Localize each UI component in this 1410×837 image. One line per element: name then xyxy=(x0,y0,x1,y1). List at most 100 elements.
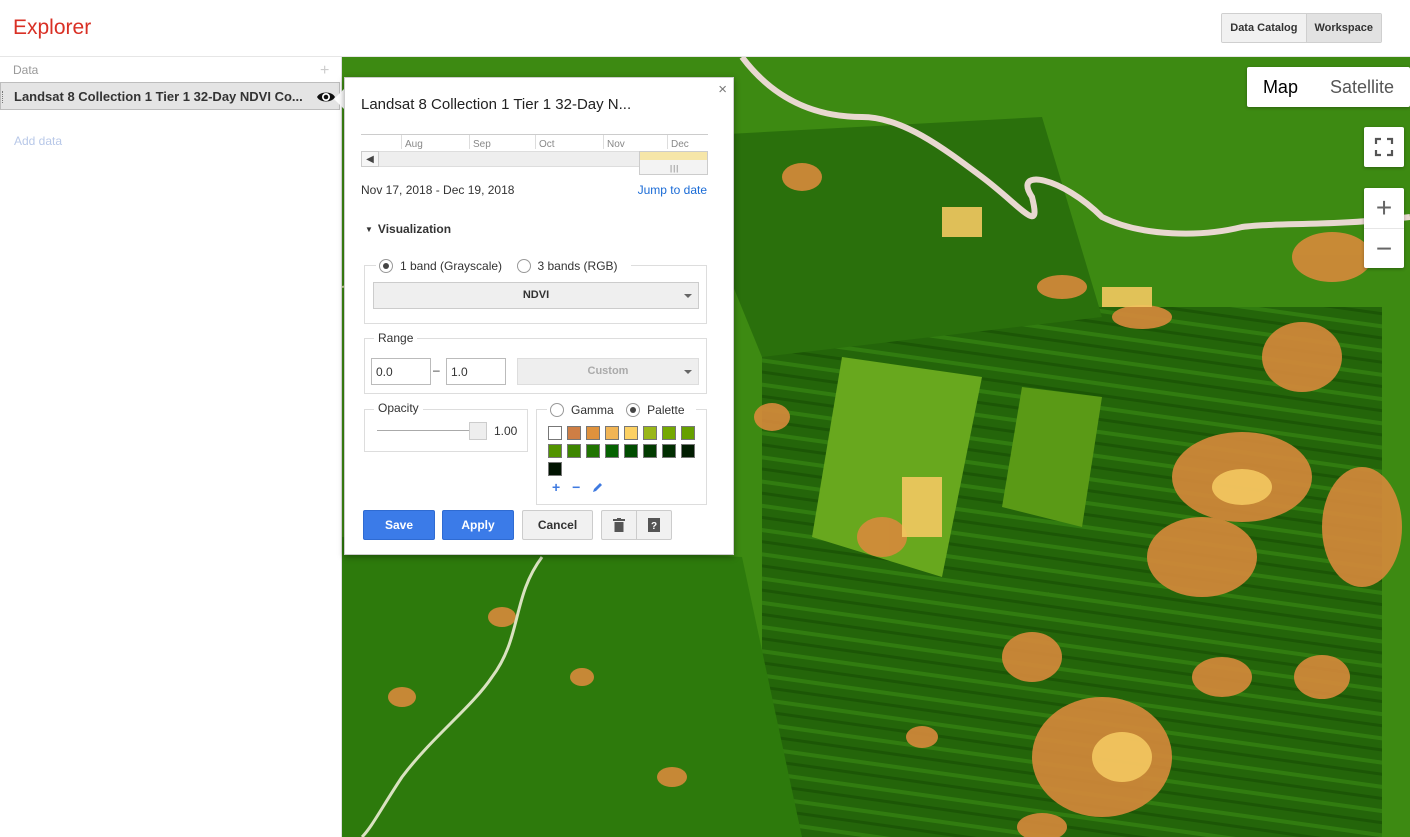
timeline-tick xyxy=(401,135,402,149)
popup-title: Landsat 8 Collection 1 Tier 1 32-Day N..… xyxy=(361,96,632,113)
plus-icon[interactable]: + xyxy=(320,63,329,79)
timeline-month: Oct xyxy=(539,139,555,150)
palette-swatch[interactable] xyxy=(681,426,695,440)
palette-swatch[interactable] xyxy=(567,444,581,458)
delete-button[interactable] xyxy=(601,510,637,540)
palette-swatch[interactable] xyxy=(567,426,581,440)
palette-swatch[interactable] xyxy=(643,444,657,458)
range-separator: – xyxy=(433,363,440,377)
band-select[interactable]: NDVI xyxy=(373,282,699,309)
color-mode-palette[interactable]: Palette xyxy=(626,401,685,419)
range-min-input[interactable]: 0.0 xyxy=(371,358,431,385)
timeline-month: Sep xyxy=(473,139,491,150)
timeline[interactable]: Aug Sep Oct Nov Dec ◀ ||| xyxy=(361,134,708,176)
timeline-tick xyxy=(535,135,536,149)
range-max-input[interactable]: 1.0 xyxy=(446,358,506,385)
layer-row[interactable]: Landsat 8 Collection 1 Tier 1 32-Day NDV… xyxy=(0,82,340,110)
palette-swatch[interactable] xyxy=(681,444,695,458)
map-type-map[interactable]: Map xyxy=(1247,67,1314,107)
palette-swatch[interactable] xyxy=(605,426,619,440)
sidebar: Data + Landsat 8 Collection 1 Tier 1 32-… xyxy=(0,57,342,837)
pencil-icon[interactable] xyxy=(592,481,604,493)
remove-color-icon[interactable]: − xyxy=(572,479,580,495)
timeline-ticks: Aug Sep Oct Nov Dec xyxy=(361,134,708,150)
zoom-out-button[interactable]: − xyxy=(1364,228,1404,268)
zoom-controls: + − xyxy=(1364,188,1404,268)
add-color-icon[interactable]: + xyxy=(552,479,560,495)
band-mode-rgb[interactable]: 3 bands (RGB) xyxy=(516,257,618,275)
grip-icon: ||| xyxy=(670,164,680,173)
timeline-month: Aug xyxy=(405,139,423,150)
timeline-tick xyxy=(603,135,604,149)
zoom-in-button[interactable]: + xyxy=(1364,188,1404,228)
color-mode-radios: Gamma Palette xyxy=(547,401,696,419)
timeline-back-arrow-icon[interactable]: ◀ xyxy=(361,151,379,167)
cancel-button[interactable]: Cancel xyxy=(522,510,593,540)
range-label: Range xyxy=(374,331,418,345)
header-bar: Explorer Data Catalog Workspace xyxy=(0,0,1410,57)
palette-swatch[interactable] xyxy=(586,444,600,458)
chevron-down-icon xyxy=(684,370,692,374)
timeline-month: Nov xyxy=(607,139,625,150)
palette-swatch[interactable] xyxy=(624,426,638,440)
radio-icon[interactable] xyxy=(516,259,531,273)
svg-text:?: ? xyxy=(651,521,657,532)
palette-swatch[interactable] xyxy=(586,426,600,440)
trash-icon xyxy=(613,518,625,532)
palette-swatch[interactable] xyxy=(643,426,657,440)
fullscreen-icon xyxy=(1374,137,1394,157)
color-mode-gamma[interactable]: Gamma xyxy=(550,401,614,419)
radio-selected-icon[interactable] xyxy=(379,259,393,273)
visualization-toggle[interactable]: ▼ Visualization xyxy=(365,222,451,236)
palette-swatch[interactable] xyxy=(548,462,562,476)
workspace-button[interactable]: Workspace xyxy=(1305,14,1381,42)
range-preset-value: Custom xyxy=(587,365,629,377)
opacity-label: Opacity xyxy=(374,401,423,415)
timeline-handle[interactable]: ||| xyxy=(639,151,708,175)
color-mode-palette-label: Palette xyxy=(647,403,685,417)
drag-handle-icon[interactable] xyxy=(2,91,5,103)
band-mode-radios: 1 band (Grayscale) 3 bands (RGB) xyxy=(376,257,631,275)
app-title: Explorer xyxy=(13,16,92,39)
map-type-satellite[interactable]: Satellite xyxy=(1314,67,1410,107)
color-mode-gamma-label: Gamma xyxy=(571,403,614,417)
timeline-tick xyxy=(667,135,668,149)
band-mode-grayscale-label: 1 band (Grayscale) xyxy=(400,259,503,273)
palette-swatch[interactable] xyxy=(605,444,619,458)
apply-button[interactable]: Apply xyxy=(442,510,514,540)
layer-config-popup: × Landsat 8 Collection 1 Tier 1 32-Day N… xyxy=(344,77,734,555)
eye-icon[interactable] xyxy=(316,89,336,105)
timeline-selection xyxy=(640,152,707,160)
band-select-value: NDVI xyxy=(522,289,550,301)
timeline-tick xyxy=(469,135,470,149)
band-mode-grayscale[interactable]: 1 band (Grayscale) xyxy=(379,257,502,275)
triangle-down-icon: ▼ xyxy=(365,225,373,234)
palette-tools: + − xyxy=(552,479,604,495)
close-icon[interactable]: × xyxy=(718,81,727,98)
date-range: Nov 17, 2018 - Dec 19, 2018 xyxy=(361,183,515,197)
timeline-month: Dec xyxy=(671,139,689,150)
radio-selected-icon[interactable] xyxy=(626,403,641,417)
map-type-toggle: Map Satellite xyxy=(1246,67,1410,107)
top-nav: Data Catalog Workspace xyxy=(1221,13,1382,43)
palette-swatch[interactable] xyxy=(662,444,676,458)
fullscreen-button[interactable] xyxy=(1364,127,1404,167)
add-data-link[interactable]: Add data xyxy=(14,134,62,148)
jump-to-date-link[interactable]: Jump to date xyxy=(638,183,707,197)
data-heading: Data xyxy=(13,63,39,77)
palette-swatch[interactable] xyxy=(548,444,562,458)
palette-swatch[interactable] xyxy=(548,426,562,440)
opacity-value: 1.00 xyxy=(494,424,518,438)
data-catalog-button[interactable]: Data Catalog xyxy=(1222,14,1306,42)
layer-name[interactable]: Landsat 8 Collection 1 Tier 1 32-Day NDV… xyxy=(14,89,309,104)
radio-icon[interactable] xyxy=(550,403,564,417)
opacity-slider-thumb[interactable] xyxy=(469,422,487,440)
range-preset-select[interactable]: Custom xyxy=(517,358,699,385)
chevron-down-icon xyxy=(684,294,692,298)
help-button[interactable]: ? xyxy=(636,510,672,540)
save-button[interactable]: Save xyxy=(363,510,435,540)
palette-swatch[interactable] xyxy=(624,444,638,458)
band-mode-rgb-label: 3 bands (RGB) xyxy=(537,259,618,273)
visualization-label: Visualization xyxy=(377,222,452,236)
palette-swatch[interactable] xyxy=(662,426,676,440)
